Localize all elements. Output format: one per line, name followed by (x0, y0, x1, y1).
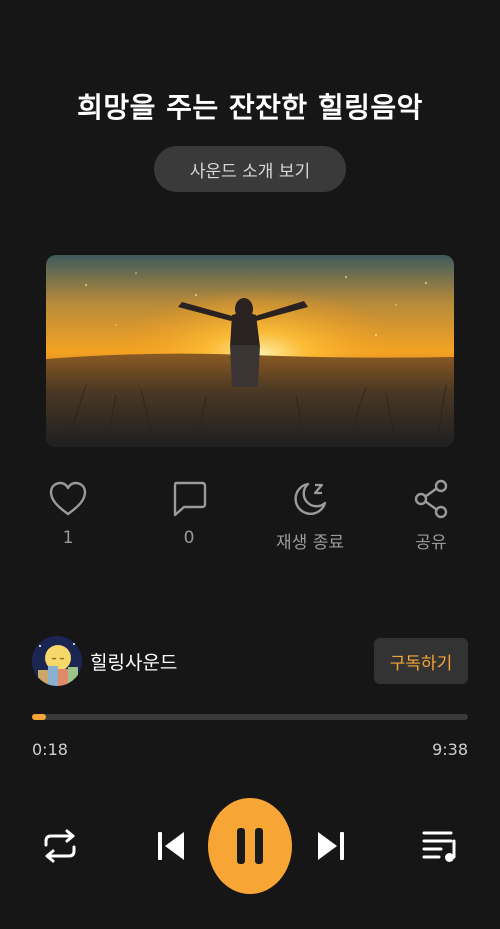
share-action[interactable]: 공유 (381, 478, 481, 553)
progress-fill (32, 714, 46, 720)
next-button[interactable] (312, 826, 352, 866)
skip-next-icon (318, 832, 344, 860)
pause-icon (237, 828, 263, 864)
share-icon[interactable] (381, 478, 481, 520)
like-action[interactable]: 1 (18, 478, 118, 548)
channel-name[interactable]: 힐링사운드 (90, 648, 177, 675)
comment-icon[interactable] (139, 478, 239, 520)
sunset-field-image (46, 255, 454, 447)
sleep-timer-action[interactable]: 재생 종료 (260, 478, 360, 553)
playlist-icon (422, 831, 456, 862)
avatar[interactable] (32, 636, 82, 686)
previous-button[interactable] (150, 826, 190, 866)
total-time: 9:38 (432, 740, 468, 759)
sleep-timer-icon[interactable] (260, 478, 360, 520)
action-bar: 1 0 재생 종료 공유 (0, 478, 500, 558)
like-count: 1 (62, 528, 74, 548)
sleep-timer-label: 재생 종료 (276, 533, 344, 553)
page-title: 희망을 주는 잔잔한 힐링음악 (77, 91, 423, 124)
channel-row: 힐링사운드 구독하기 (32, 634, 468, 686)
comment-count: 0 (183, 528, 195, 548)
current-time: 0:18 (32, 740, 68, 759)
pause-button[interactable] (208, 798, 292, 894)
heart-icon[interactable] (18, 478, 118, 520)
cover-artwork (46, 255, 454, 447)
repeat-icon (44, 829, 76, 863)
repeat-button[interactable] (38, 826, 82, 866)
sound-intro-button[interactable]: 사운드 소개 보기 (154, 146, 346, 192)
progress-bar[interactable] (32, 714, 468, 720)
skip-previous-icon (158, 832, 184, 860)
subscribe-button[interactable]: 구독하기 (374, 638, 468, 684)
comment-action[interactable]: 0 (139, 478, 239, 548)
playlist-button[interactable] (418, 826, 462, 866)
share-label: 공유 (415, 533, 447, 553)
